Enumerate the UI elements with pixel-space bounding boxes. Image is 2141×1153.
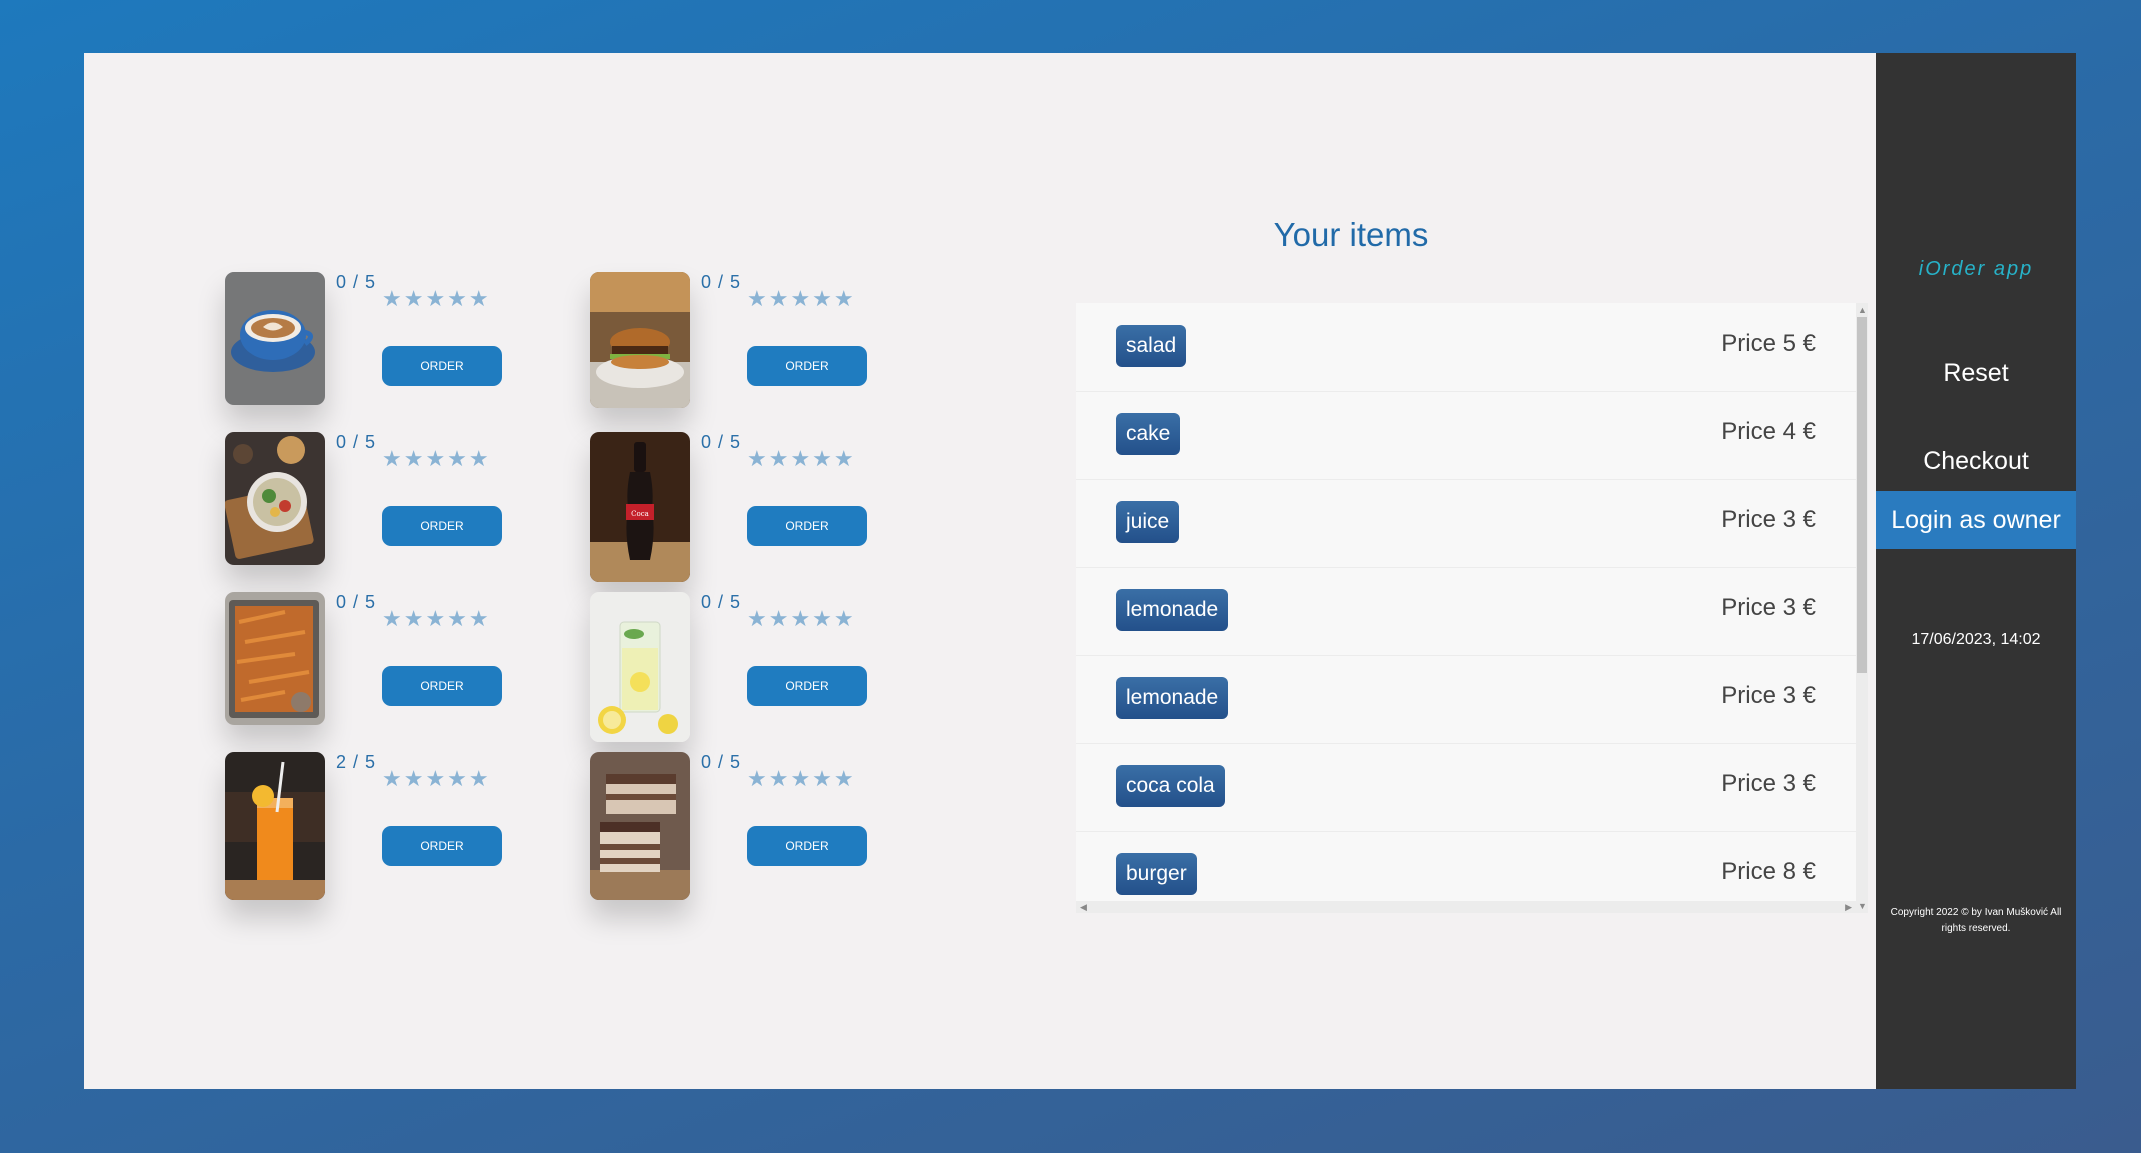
cart-title: Your items — [1273, 216, 1429, 253]
cart-row: juice Price 3 € — [1076, 479, 1856, 568]
rating-stars[interactable]: ★★★★★ — [382, 766, 491, 792]
reset-button[interactable]: Reset — [1876, 344, 2076, 402]
cart-row: salad Price 5 € — [1076, 303, 1856, 392]
order-button[interactable]: ORDER — [382, 826, 502, 866]
orange-juice-image — [225, 752, 325, 900]
rating-text: 0 / 5 — [336, 432, 377, 452]
item-price: Price 8 € — [1721, 858, 1816, 885]
order-button[interactable]: ORDER — [382, 346, 502, 386]
menu-card-salad: 0 / 5 ★★★★★ ORDER — [225, 432, 525, 582]
order-button[interactable]: ORDER — [382, 506, 502, 546]
item-price: Price 3 € — [1721, 594, 1816, 621]
copyright-text: Copyright 2022 © by Ivan Mušković All ri… — [1890, 907, 2062, 934]
order-button[interactable]: ORDER — [747, 826, 867, 866]
main-area: 0 / 5 ★★★★★ ORDER 0 / 5 ★★★★★ ORDER 0 / … — [84, 53, 1876, 1089]
item-name-chip: lemonade — [1116, 589, 1229, 631]
salad-image — [225, 432, 325, 565]
item-price: Price 3 € — [1721, 770, 1816, 797]
menu-card-fries: 0 / 5 ★★★★★ ORDER — [225, 592, 525, 742]
menu-card-coffee: 0 / 5 ★★★★★ ORDER — [225, 272, 525, 422]
rating-stars[interactable]: ★★★★★ — [747, 446, 856, 472]
rating-text: 0 / 5 — [701, 752, 742, 772]
rating-text: 0 / 5 — [701, 272, 742, 292]
order-button[interactable]: ORDER — [382, 666, 502, 706]
rating-stars[interactable]: ★★★★★ — [382, 606, 491, 632]
rating-text: 0 / 5 — [701, 432, 742, 452]
cart-row: lemonade Price 3 € — [1076, 655, 1856, 744]
menu-card-cake: 0 / 5 ★★★★★ ORDER — [590, 752, 890, 902]
cart-row: cake Price 4 € — [1076, 391, 1856, 480]
burger-image — [590, 272, 690, 408]
login-as-owner-button[interactable]: Login as owner — [1876, 491, 2076, 549]
menu-card-orange-juice: 2 / 5 ★★★★★ ORDER — [225, 752, 525, 902]
menu-card-lemonade: 0 / 5 ★★★★★ ORDER — [590, 592, 890, 742]
order-button[interactable]: ORDER — [747, 346, 867, 386]
app-window: 0 / 5 ★★★★★ ORDER 0 / 5 ★★★★★ ORDER 0 / … — [84, 53, 2076, 1089]
menu-card-coca-cola: Coca 0 / 5 ★★★★★ ORDER — [590, 432, 890, 582]
cart-row: lemonade Price 3 € — [1076, 567, 1856, 656]
rating-stars[interactable]: ★★★★★ — [382, 286, 491, 312]
item-price: Price 3 € — [1721, 506, 1816, 533]
item-price: Price 5 € — [1721, 330, 1816, 357]
cake-image — [590, 752, 690, 900]
rating-stars[interactable]: ★★★★★ — [747, 606, 856, 632]
fries-image — [225, 592, 325, 725]
scroll-down-arrow-icon[interactable]: ▼ — [1858, 901, 1867, 911]
rating-text: 0 / 5 — [701, 592, 742, 612]
rating-text: 0 / 5 — [336, 592, 377, 612]
item-name-chip: coca cola — [1116, 765, 1225, 807]
order-button[interactable]: ORDER — [747, 506, 867, 546]
item-price: Price 4 € — [1721, 418, 1816, 445]
rating-stars[interactable]: ★★★★★ — [747, 286, 856, 312]
menu-card-burger: 0 / 5 ★★★★★ ORDER — [590, 272, 890, 422]
item-name-chip: burger — [1116, 853, 1197, 895]
coca-cola-image: Coca — [590, 432, 690, 582]
rating-stars[interactable]: ★★★★★ — [747, 766, 856, 792]
cart-list[interactable]: salad Price 5 € cake Price 4 € juice Pri… — [1076, 303, 1868, 913]
coffee-image — [225, 272, 325, 405]
horizontal-scrollbar[interactable]: ◀ ▶ — [1076, 901, 1856, 913]
item-name-chip: salad — [1116, 325, 1187, 367]
vertical-scrollbar[interactable]: ▲ ▼ — [1856, 303, 1868, 913]
vertical-scrollbar-thumb[interactable] — [1857, 317, 1867, 673]
scroll-up-arrow-icon[interactable]: ▲ — [1858, 305, 1867, 315]
item-name-chip: juice — [1116, 501, 1180, 543]
item-name-chip: lemonade — [1116, 677, 1229, 719]
scroll-right-arrow-icon[interactable]: ▶ — [1845, 902, 1852, 913]
item-name-chip: cake — [1116, 413, 1181, 455]
item-price: Price 3 € — [1721, 682, 1816, 709]
lemonade-image — [590, 592, 690, 742]
current-datetime: 17/06/2023, 14:02 — [1911, 631, 2041, 648]
scroll-left-arrow-icon[interactable]: ◀ — [1080, 902, 1087, 913]
rating-text: 2 / 5 — [336, 752, 377, 772]
order-button[interactable]: ORDER — [747, 666, 867, 706]
sidebar: iOrder app Reset Checkout Login as owner… — [1876, 53, 2076, 1089]
app-title: iOrder app — [1918, 258, 2034, 280]
rating-stars[interactable]: ★★★★★ — [382, 446, 491, 472]
checkout-button[interactable]: Checkout — [1876, 432, 2076, 490]
rating-text: 0 / 5 — [336, 272, 377, 292]
svg-text:Coca: Coca — [631, 510, 649, 518]
cart-row: coca cola Price 3 € — [1076, 743, 1856, 832]
